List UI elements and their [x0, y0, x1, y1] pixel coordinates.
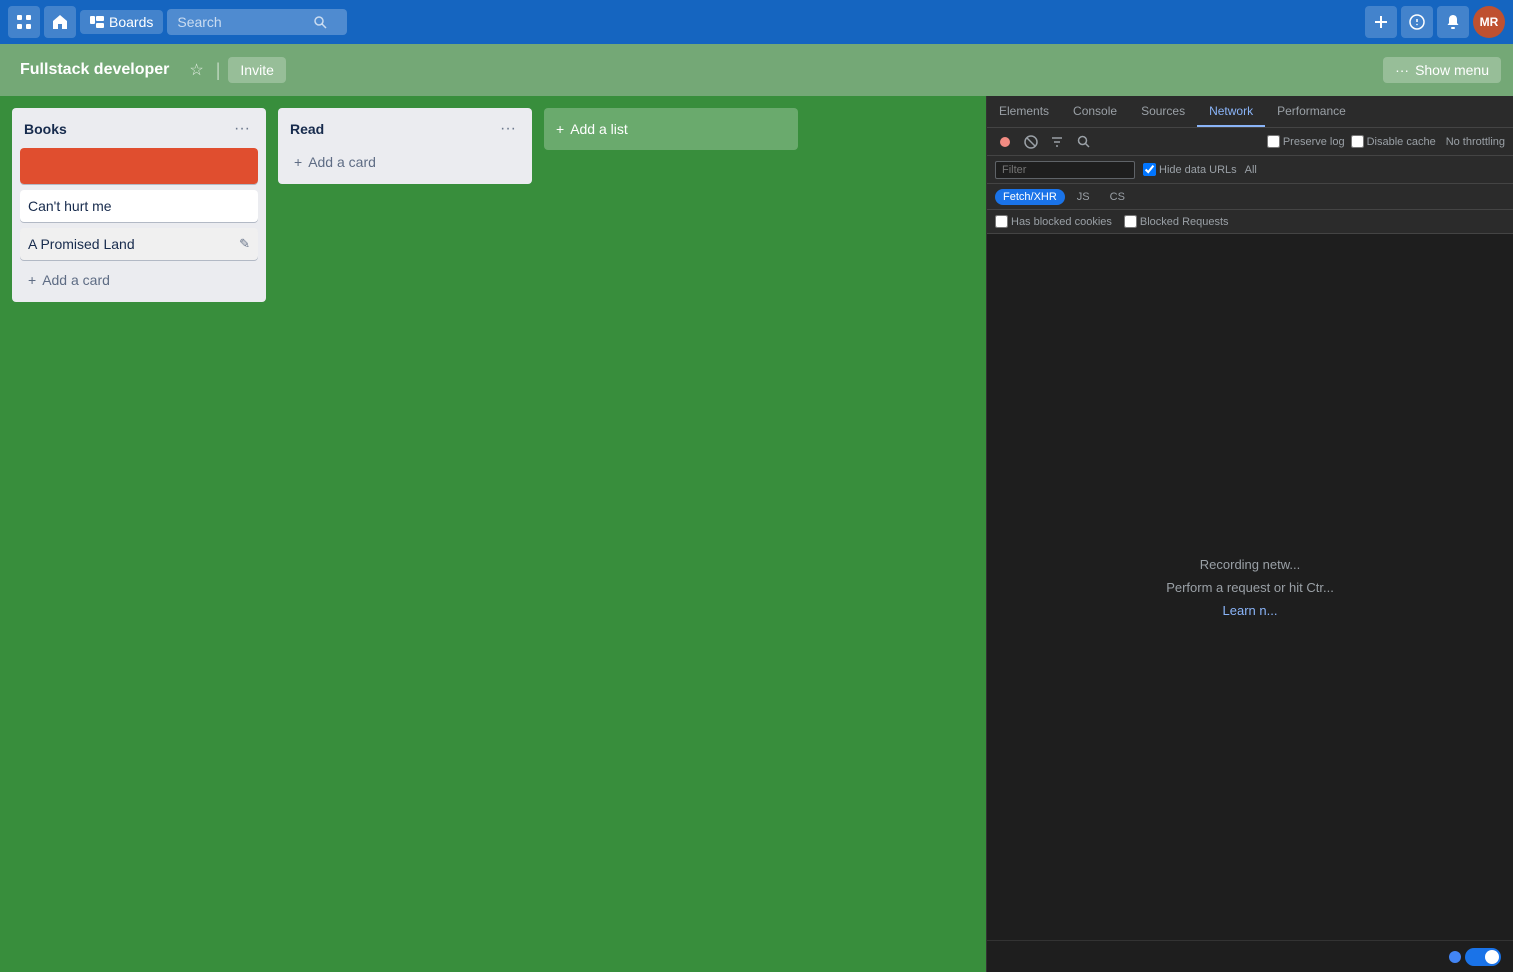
list-menu-button-books[interactable]: ··· [230, 118, 254, 140]
invite-button[interactable]: Invite [228, 57, 285, 83]
trello-board: Books ··· Can't hurt me ✎ A Promised Lan… [0, 96, 986, 972]
user-avatar[interactable]: MR [1473, 6, 1505, 38]
devtools-recording-text: Recording netw... [1200, 557, 1300, 572]
type-filter-cs[interactable]: CS [1102, 189, 1133, 205]
home-button[interactable] [44, 6, 76, 38]
disable-cache-label: Disable cache [1367, 136, 1436, 148]
filter-icon-button[interactable] [1047, 132, 1067, 152]
devtools-cookie-bar: Has blocked cookies Blocked Requests [987, 210, 1513, 234]
tab-elements[interactable]: Elements [987, 96, 1061, 127]
no-throttling-label: No throttling [1446, 136, 1505, 148]
show-menu-label: Show menu [1415, 62, 1489, 78]
hide-data-urls-label[interactable]: Hide data URLs [1143, 163, 1237, 176]
has-blocked-cookies-text: Has blocked cookies [1011, 216, 1112, 228]
add-card-button-read[interactable]: + Add a card [286, 148, 524, 176]
preserve-log-checkbox-label[interactable]: Preserve log [1267, 135, 1345, 148]
add-list-label: Add a list [570, 121, 628, 137]
has-blocked-cookies-label[interactable]: Has blocked cookies [995, 215, 1112, 228]
table-row[interactable]: A Promised Land ✎ [20, 228, 258, 260]
filter-input[interactable] [995, 161, 1135, 179]
list-title-read: Read [290, 121, 324, 137]
add-card-icon: + [294, 154, 302, 170]
add-card-label: Add a card [42, 272, 110, 288]
add-card-button-books[interactable]: + Add a card [20, 266, 258, 294]
show-menu-button[interactable]: ··· Show menu [1383, 57, 1501, 83]
devtools-tabs: Elements Console Sources Network Perform… [987, 96, 1513, 128]
disable-cache-checkbox-label[interactable]: Disable cache [1351, 135, 1436, 148]
search-input[interactable] [177, 14, 307, 30]
search-icon-button[interactable] [1073, 132, 1093, 152]
tab-network[interactable]: Network [1197, 96, 1265, 127]
top-nav: Boards MR [0, 0, 1513, 44]
search-container[interactable] [167, 9, 347, 35]
add-card-icon: + [28, 272, 36, 288]
type-filter-fetchxhr[interactable]: Fetch/XHR [995, 189, 1065, 205]
toggle-switch[interactable] [1465, 948, 1501, 966]
devtools-type-bar: Fetch/XHR JS CS [987, 184, 1513, 210]
list-menu-button-read[interactable]: ··· [496, 118, 520, 140]
hide-data-urls-checkbox[interactable] [1143, 163, 1156, 176]
tab-console[interactable]: Console [1061, 96, 1129, 127]
devtools-filter-bar: Hide data URLs All [987, 156, 1513, 184]
hide-data-urls-text: Hide data URLs [1159, 164, 1237, 176]
card-edit-icon[interactable]: ✎ [239, 236, 250, 252]
devtools-toolbar: Preserve log Disable cache No throttling [987, 128, 1513, 156]
tab-sources[interactable]: Sources [1129, 96, 1197, 127]
add-card-label: Add a card [308, 154, 376, 170]
notification-bell-button[interactable] [1437, 6, 1469, 38]
table-row[interactable]: Can't hurt me ✎ [20, 190, 258, 222]
boards-button[interactable]: Boards [80, 10, 163, 34]
blocked-requests-label[interactable]: Blocked Requests [1124, 215, 1229, 228]
add-list-button[interactable]: + Add a list [544, 108, 798, 150]
list-books: Books ··· Can't hurt me ✎ A Promised Lan… [12, 108, 266, 302]
clear-button[interactable] [1021, 132, 1041, 152]
grid-icon-button[interactable] [8, 6, 40, 38]
type-filter-js[interactable]: JS [1069, 189, 1098, 205]
table-row[interactable] [20, 148, 258, 184]
list-title-books: Books [24, 121, 67, 137]
list-header-books: Books ··· [20, 116, 258, 142]
devtools-learn-link[interactable]: Learn n... [1223, 603, 1278, 618]
avatar-text: MR [1480, 15, 1499, 29]
card-text: A Promised Land [28, 236, 135, 252]
list-read: Read ··· + Add a card [278, 108, 532, 184]
preserve-log-label: Preserve log [1283, 136, 1345, 148]
toggle-indicator [1449, 951, 1461, 963]
boards-label: Boards [109, 14, 153, 30]
activity-button[interactable] [1401, 6, 1433, 38]
board-title[interactable]: Fullstack developer [12, 57, 177, 83]
card-red-banner [20, 148, 258, 184]
blocked-requests-checkbox[interactable] [1124, 215, 1137, 228]
show-menu-dots-icon: ··· [1395, 62, 1409, 78]
board-star-icon[interactable]: ☆ [185, 56, 207, 84]
preserve-log-checkbox[interactable] [1267, 135, 1280, 148]
record-button[interactable] [995, 132, 1015, 152]
disable-cache-checkbox[interactable] [1351, 135, 1364, 148]
all-filter-btn[interactable]: All [1245, 164, 1257, 176]
board-divider: | [216, 60, 221, 81]
blocked-requests-text: Blocked Requests [1140, 216, 1229, 228]
add-list-icon: + [556, 121, 564, 137]
board-area: Books ··· Can't hurt me ✎ A Promised Lan… [0, 96, 1513, 972]
plus-button[interactable] [1365, 6, 1397, 38]
tab-performance[interactable]: Performance [1265, 96, 1358, 127]
list-header-read: Read ··· [286, 116, 524, 142]
card-text: Can't hurt me [28, 198, 112, 214]
devtools-content: Recording netw... Perform a request or h… [987, 234, 1513, 940]
has-blocked-cookies-checkbox[interactable] [995, 215, 1008, 228]
devtools-bottom-bar [987, 940, 1513, 972]
devtools-perform-text: Perform a request or hit Ctr... [1166, 580, 1334, 595]
board-header: Fullstack developer ☆ | Invite ··· Show … [0, 44, 1513, 96]
devtools-panel: Elements Console Sources Network Perform… [986, 96, 1513, 972]
